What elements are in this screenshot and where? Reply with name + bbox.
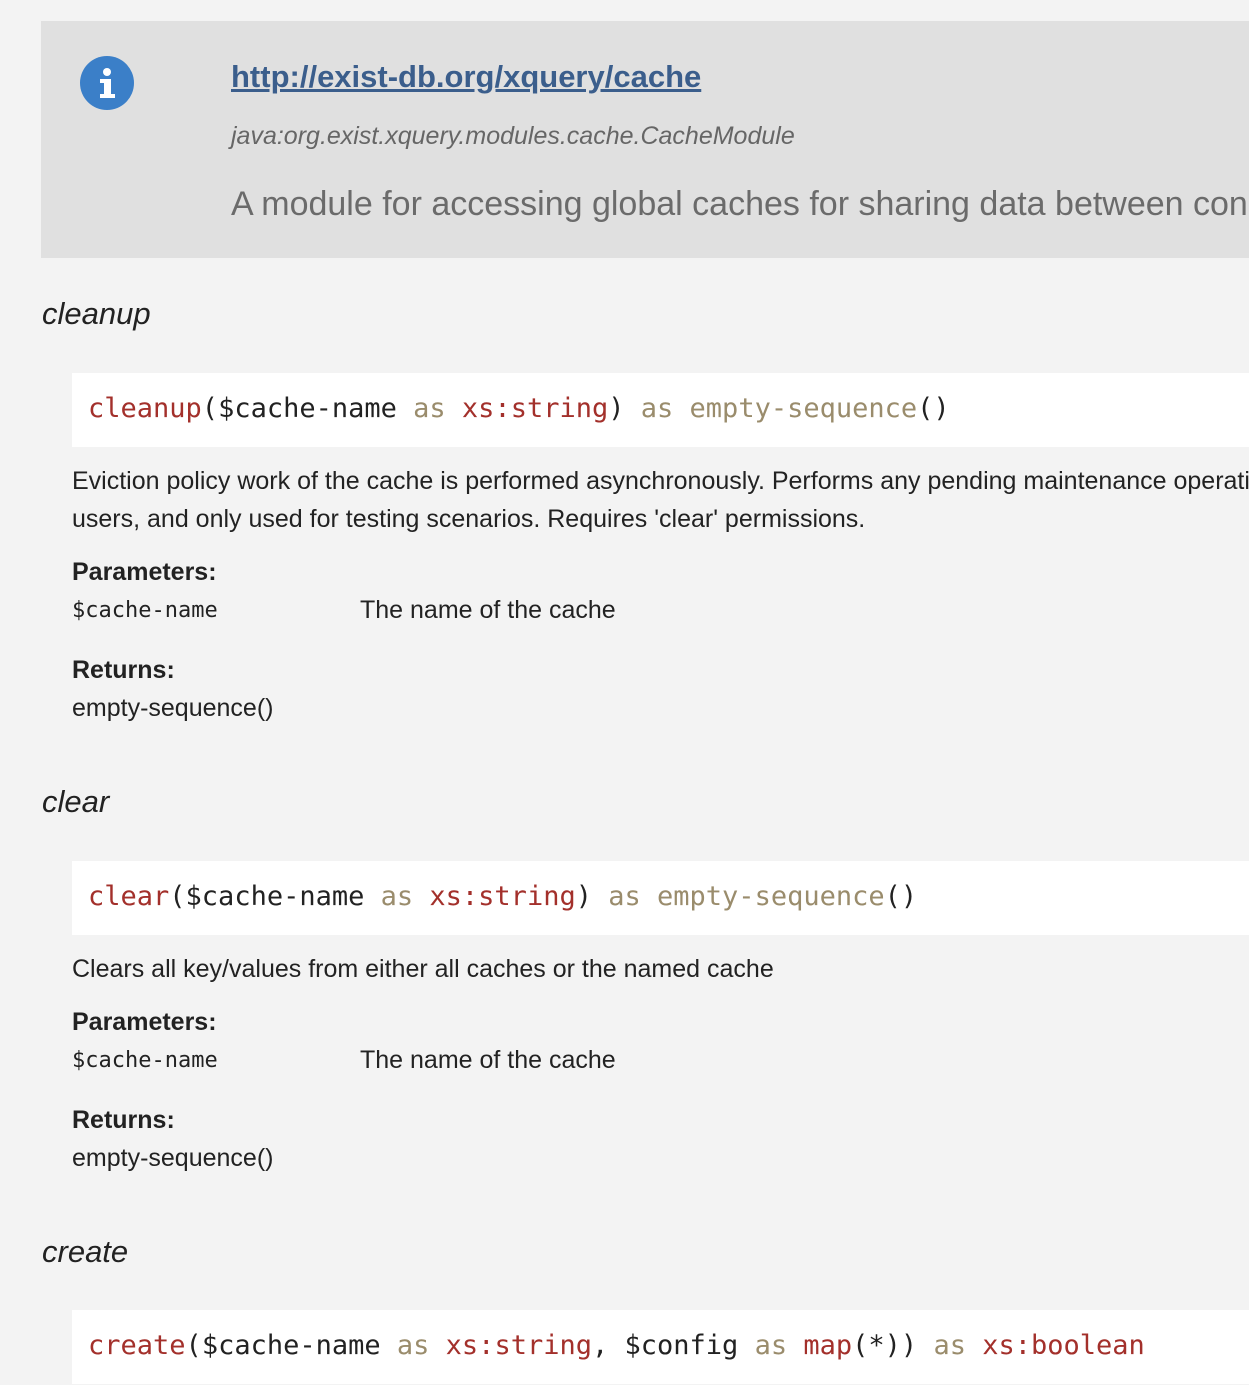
signature-clear: clear($cache-name as xs:string) as empty… [88, 881, 917, 912]
sig-function-name: create [88, 1330, 186, 1361]
sig-param-parens: (*) [852, 1330, 901, 1361]
description-line: Clears all key/values from either all ca… [72, 955, 774, 983]
sig-as-keyword: as [396, 1330, 430, 1361]
sig-as-keyword: as [608, 881, 641, 912]
signature-box-create: create($cache-name as xs:string, $config… [72, 1310, 1249, 1384]
sig-open-paren: ( [185, 1330, 202, 1361]
sig-close-paren: ) [575, 881, 592, 912]
sig-return-type: empty-sequence [657, 881, 885, 912]
sig-return-parens: () [917, 393, 950, 424]
sig-return-parens: () [884, 881, 918, 912]
sig-as-keyword: as [380, 881, 414, 912]
sig-param-type: xs:string [461, 393, 609, 424]
sig-function-name: clear [88, 881, 170, 912]
signature-create: create($cache-name as xs:string, $config… [88, 1330, 1145, 1361]
param-name: $cache-name [72, 598, 218, 623]
sig-param-var: $config [624, 1330, 739, 1361]
returns-label: Returns: [72, 656, 175, 684]
sig-open-paren: ( [201, 393, 219, 424]
description-line: Eviction policy work of the cache is per… [72, 467, 1249, 495]
sig-param-var: $cache-name [185, 881, 365, 912]
sig-param-var: $cache-name [218, 393, 397, 424]
function-title-cleanup: cleanup [42, 296, 151, 331]
function-description-clear: Clears all key/values from either all ca… [72, 950, 1249, 988]
param-name: $cache-name [72, 1048, 218, 1073]
sig-separator: , [591, 1330, 625, 1361]
sig-return-type: xs:boolean [982, 1330, 1145, 1361]
module-description: A module for accessing global caches for… [231, 185, 1249, 223]
returns-label: Returns: [72, 1106, 175, 1134]
sig-function-name: cleanup [88, 393, 202, 424]
sig-param-type: xs:string [445, 1330, 592, 1361]
description-line: users, and only used for testing scenari… [72, 505, 866, 533]
param-description: The name of the cache [360, 1046, 616, 1074]
returns-value: empty-sequence() [72, 1144, 274, 1172]
sig-close-paren: ) [900, 1330, 918, 1361]
sig-param-type: map [803, 1330, 853, 1361]
parameters-label: Parameters: [72, 1008, 217, 1036]
module-header: http://exist-db.org/xquery/cache java:or… [41, 21, 1249, 258]
sig-param-type: xs:string [429, 881, 576, 912]
sig-as-keyword: as [640, 393, 674, 424]
parameters-label: Parameters: [72, 558, 217, 586]
signature-box-cleanup: cleanup($cache-name as xs:string) as emp… [72, 373, 1249, 447]
sig-close-paren: ) [608, 393, 625, 424]
module-java-class: java:org.exist.xquery.modules.cache.Cach… [231, 122, 795, 150]
function-title-create: create [42, 1234, 129, 1269]
info-icon [80, 56, 134, 110]
sig-param-var: $cache-name [201, 1330, 381, 1361]
param-description: The name of the cache [360, 596, 616, 624]
sig-as-keyword: as [754, 1330, 788, 1361]
returns-value: empty-sequence() [72, 694, 274, 722]
function-description-cleanup: Eviction policy work of the cache is per… [72, 462, 1249, 538]
sig-open-paren: ( [169, 881, 186, 912]
signature-cleanup: cleanup($cache-name as xs:string) as emp… [88, 393, 950, 424]
sig-return-type: empty-sequence [689, 393, 918, 424]
function-title-clear: clear [42, 784, 110, 819]
sig-as-keyword: as [413, 393, 446, 424]
module-uri-link[interactable]: http://exist-db.org/xquery/cache [231, 59, 701, 95]
signature-box-clear: clear($cache-name as xs:string) as empty… [72, 861, 1249, 935]
sig-as-keyword: as [933, 1330, 966, 1361]
